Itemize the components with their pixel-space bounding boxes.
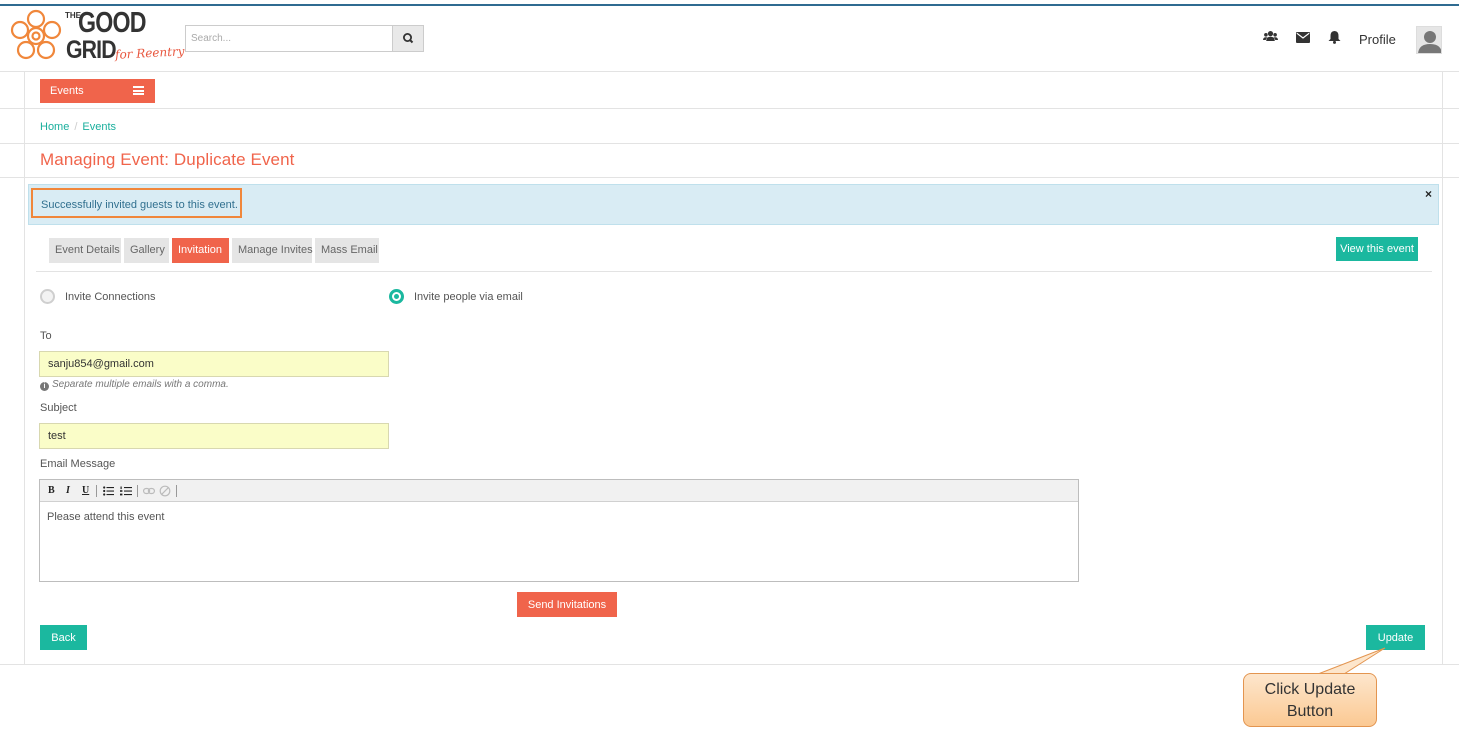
toolbar-separator — [96, 485, 97, 497]
alert-message: Successfully invited guests to this even… — [41, 199, 238, 211]
email-message-label: Email Message — [40, 458, 116, 470]
bell-icon[interactable] — [1328, 30, 1341, 44]
envelope-icon[interactable] — [1296, 32, 1310, 43]
logo-good-text: GOOD — [78, 7, 146, 39]
tabs-divider — [36, 271, 1432, 272]
subject-label: Subject — [40, 402, 77, 414]
events-menu-label: Events — [50, 85, 84, 97]
close-icon[interactable]: × — [1425, 187, 1432, 201]
logo-tagline: for Reentry — [114, 44, 185, 62]
events-menu-bar — [0, 72, 1459, 109]
tab-invitation[interactable]: Invitation — [172, 238, 229, 263]
top-header: THE GOOD GRID for Reentry Profile — [0, 6, 1459, 72]
to-help-message: Separate multiple emails with a comma. — [52, 379, 229, 390]
callout-line-1: Click Update — [1264, 681, 1356, 698]
numbered-list-icon[interactable] — [120, 486, 132, 496]
profile-link[interactable]: Profile — [1359, 32, 1396, 47]
view-event-button[interactable]: View this event — [1336, 237, 1418, 261]
events-menu-button[interactable]: Events — [40, 79, 155, 103]
menu-icon — [133, 86, 144, 95]
tab-manage-invites[interactable]: Manage Invites — [232, 238, 313, 263]
bulleted-list-icon[interactable] — [103, 486, 114, 496]
logo-grid-text: GRID — [66, 36, 117, 64]
unlink-icon[interactable] — [159, 485, 171, 497]
search-input[interactable] — [186, 26, 393, 51]
back-button[interactable]: Back — [40, 625, 87, 650]
search-box — [185, 25, 424, 52]
bold-button[interactable]: B — [48, 485, 55, 496]
toolbar-separator — [176, 485, 177, 497]
breadcrumb: Home / Events — [40, 121, 116, 133]
toolbar-separator — [137, 485, 138, 497]
editor-toolbar: B I U — [40, 480, 1078, 502]
to-label: To — [40, 330, 52, 342]
logo-the-text: THE — [65, 11, 81, 20]
breadcrumb-bar — [0, 109, 1459, 144]
invite-email-label: Invite people via email — [414, 291, 523, 303]
tab-gallery[interactable]: Gallery — [124, 238, 169, 263]
tab-event-details[interactable]: Event Details — [49, 238, 121, 263]
search-icon — [402, 33, 414, 44]
user-avatar[interactable] — [1416, 26, 1442, 54]
breadcrumb-separator: / — [74, 121, 78, 133]
link-icon[interactable] — [143, 487, 155, 495]
radio-invite-connections[interactable] — [40, 289, 55, 304]
info-icon: i — [40, 382, 49, 391]
send-invitations-button[interactable]: Send Invitations — [517, 592, 617, 617]
page-title: Managing Event: Duplicate Event — [40, 150, 295, 169]
subject-field[interactable] — [39, 423, 389, 449]
search-button[interactable] — [392, 26, 423, 51]
to-help-text: i Separate multiple emails with a comma. — [40, 379, 229, 391]
breadcrumb-home[interactable]: Home — [40, 121, 69, 133]
user-avatar-icon — [1418, 31, 1441, 53]
invite-connections-label: Invite Connections — [65, 291, 156, 303]
flower-logo-icon — [10, 9, 62, 60]
update-button[interactable]: Update — [1366, 625, 1425, 650]
email-message-editor: B I U Please attend this event — [39, 479, 1079, 582]
click-update-callout: Click Update Button — [1243, 673, 1377, 727]
radio-invite-email[interactable] — [389, 289, 404, 304]
to-email-field[interactable] — [39, 351, 389, 377]
italic-button[interactable]: I — [66, 485, 70, 496]
callout-line-2: Button — [1286, 703, 1334, 720]
underline-button[interactable]: U — [82, 485, 89, 496]
good-grid-logo[interactable]: THE GOOD GRID for Reentry — [8, 7, 185, 70]
tab-mass-email[interactable]: Mass Email — [315, 238, 379, 263]
email-message-body[interactable]: Please attend this event — [47, 511, 164, 523]
users-icon[interactable] — [1263, 30, 1278, 44]
breadcrumb-events[interactable]: Events — [82, 121, 116, 133]
